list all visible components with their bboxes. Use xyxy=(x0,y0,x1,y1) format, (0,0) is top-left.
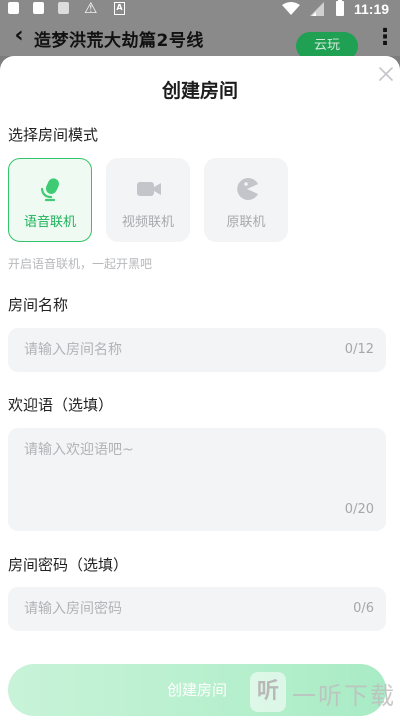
warning-icon: ⚠ xyxy=(84,0,97,17)
battery-icon xyxy=(336,1,344,16)
welcome-field-box: 0/20 xyxy=(8,428,386,531)
welcome-label: 欢迎语（选填） xyxy=(8,394,113,415)
mode-hint: 开启语音联机，一起开黑吧 xyxy=(8,255,152,272)
room-name-label: 房间名称 xyxy=(8,294,68,315)
create-room-sheet: 创建房间 选择房间模式 语音联机 视频联机 原联机 开启语音联机，一起开黑吧 房… xyxy=(0,56,400,723)
status-time: 11:19 xyxy=(354,0,389,18)
password-input[interactable] xyxy=(8,587,386,631)
dialog-title: 创建房间 xyxy=(0,76,400,103)
more-vertical-icon[interactable]: ⋮ xyxy=(374,28,394,54)
signal-icon xyxy=(310,2,324,16)
wifi-icon xyxy=(282,2,300,16)
status-bar: ⚠ A 11:19 xyxy=(0,0,400,18)
app-bar: ‹ 造梦洪荒大劫篇2号线 云玩 ⋮ xyxy=(0,18,400,56)
password-counter: 0/6 xyxy=(353,601,374,616)
notification-square-icon xyxy=(33,2,44,14)
mode-voice-label: 语音联机 xyxy=(9,211,91,230)
mode-original-card[interactable]: 原联机 xyxy=(204,158,288,242)
notification-file-icon xyxy=(58,2,69,14)
mode-voice-card[interactable]: 语音联机 xyxy=(8,158,92,242)
notification-square-icon xyxy=(8,2,19,14)
pacman-icon xyxy=(234,176,260,202)
watermark: 听 一听下载 xyxy=(250,662,400,720)
welcome-textarea[interactable] xyxy=(8,428,386,531)
a-badge-icon: A xyxy=(114,2,125,15)
back-arrow-icon[interactable]: ‹ xyxy=(6,24,32,50)
page-title: 造梦洪荒大劫篇2号线 xyxy=(34,26,204,51)
mode-video-label: 视频联机 xyxy=(107,211,189,230)
room-name-counter: 0/12 xyxy=(345,342,374,357)
password-label: 房间密码（选填） xyxy=(8,554,128,575)
mode-original-label: 原联机 xyxy=(205,211,287,230)
password-field-box: 0/6 xyxy=(8,587,386,631)
mode-video-card[interactable]: 视频联机 xyxy=(106,158,190,242)
watermark-logo: 听 xyxy=(250,672,286,712)
video-camera-icon xyxy=(136,176,162,202)
microphone-icon xyxy=(38,176,64,202)
room-name-field-box: 0/12 xyxy=(8,328,386,372)
watermark-text: 一听下载 xyxy=(292,676,396,711)
mode-section-label: 选择房间模式 xyxy=(8,124,98,145)
room-name-input[interactable] xyxy=(8,328,386,372)
welcome-counter: 0/20 xyxy=(345,502,374,517)
